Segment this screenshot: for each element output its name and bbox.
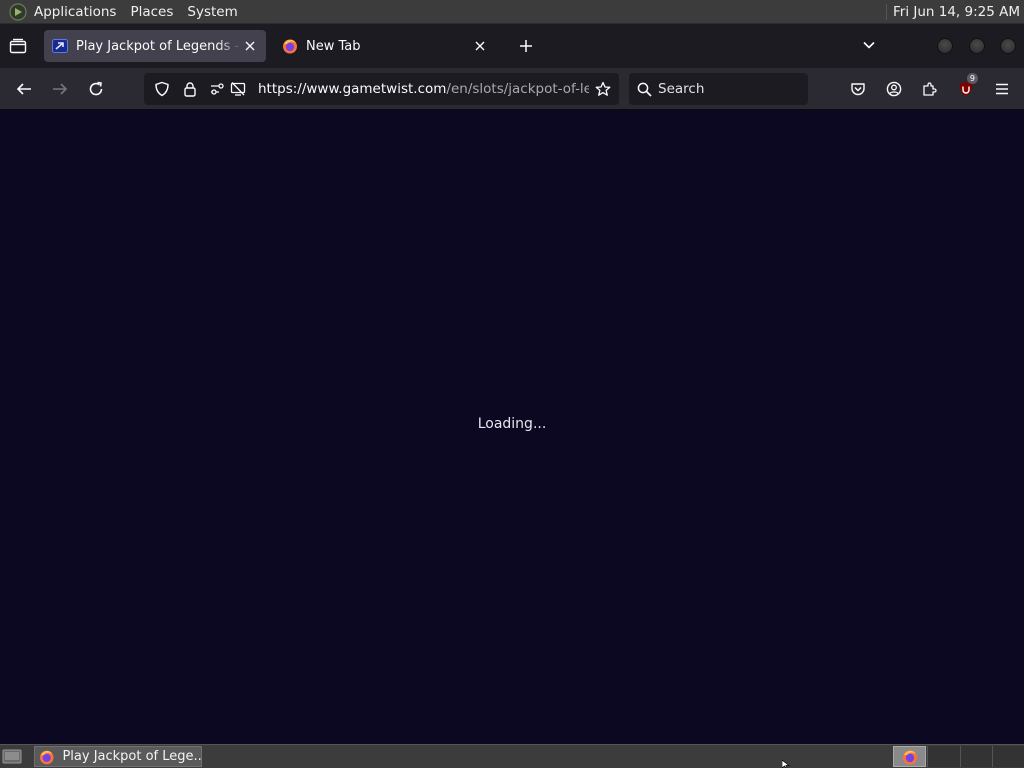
workspace-4[interactable] — [992, 746, 1024, 767]
places-menu[interactable]: Places — [130, 4, 173, 20]
tab-title: New Tab — [306, 38, 361, 54]
forward-arrow-icon — [53, 83, 68, 95]
firefox-icon — [902, 750, 917, 764]
workspace-2[interactable] — [927, 746, 960, 767]
blocked-count-badge: 9 — [966, 73, 978, 84]
lock-icon — [184, 82, 196, 97]
back-arrow-icon — [16, 83, 31, 95]
maximize-window-button[interactable] — [969, 38, 985, 54]
firefox-view-icon — [9, 38, 27, 54]
search-bar[interactable]: Search — [629, 73, 808, 105]
reload-button[interactable] — [80, 73, 112, 105]
search-icon — [637, 82, 652, 97]
list-all-tabs-button[interactable] — [862, 38, 876, 52]
account-button[interactable] — [878, 73, 910, 105]
firefox-icon — [39, 750, 54, 764]
system-menu[interactable]: System — [187, 4, 237, 20]
panel-separator — [885, 3, 887, 20]
star-icon — [595, 81, 611, 96]
pocket-button[interactable] — [842, 73, 874, 105]
loading-text: Loading... — [477, 416, 547, 432]
close-tab-button[interactable] — [242, 38, 258, 54]
tracking-protection-button[interactable] — [150, 77, 174, 101]
page-content: Loading... — [0, 110, 1024, 744]
pocket-icon — [851, 83, 865, 96]
gametwist-icon — [52, 39, 68, 53]
minimize-window-button[interactable] — [937, 38, 953, 54]
firefox-icon — [283, 39, 297, 54]
navigation-toolbar: https://www.gametwist.com/en/slots/jackp… — [0, 68, 1024, 110]
tab-strip: Play Jackpot of Legends - Brave New Tab — [0, 24, 1024, 68]
url-bar[interactable]: https://www.gametwist.com/en/slots/jackp… — [144, 73, 619, 105]
plus-icon — [520, 40, 532, 52]
applications-menu[interactable]: Applications — [34, 4, 116, 20]
toolbar-actions: 9 — [838, 73, 1018, 105]
back-button[interactable] — [8, 73, 40, 105]
permissions-icon — [211, 83, 224, 95]
url-path: /en/slots/jackpot-of-legends/ — [446, 81, 589, 97]
extensions-button[interactable] — [914, 73, 946, 105]
shield-icon — [155, 81, 169, 97]
search-placeholder: Search — [658, 81, 705, 97]
reload-icon — [89, 81, 103, 96]
clock[interactable]: Fri Jun 14, 9:25 AM — [893, 4, 1020, 20]
mouse-cursor-icon — [782, 760, 790, 768]
close-tab-button[interactable] — [472, 38, 488, 54]
chevron-down-icon — [863, 41, 875, 49]
show-desktop-icon[interactable] — [2, 748, 22, 765]
tab-new-tab[interactable]: New Tab — [274, 30, 496, 62]
close-icon — [245, 41, 255, 51]
taskbar-window-button[interactable]: Play Jackpot of Lege... — [34, 746, 202, 767]
new-tab-button[interactable] — [510, 30, 542, 62]
screen-sharing-blocked-button[interactable] — [226, 77, 250, 101]
firefox-view-button[interactable] — [0, 24, 36, 68]
top-panel: Applications Places System Fri Jun 14, 9… — [0, 0, 1024, 24]
screen-blocked-icon — [230, 82, 246, 96]
close-icon — [475, 41, 485, 51]
bookmark-button[interactable] — [589, 75, 617, 103]
bottom-panel: Play Jackpot of Lege... — [0, 744, 1024, 768]
url-host: https://www.gametwist.com — [258, 81, 447, 97]
taskbar-window-label: Play Jackpot of Lege... — [62, 749, 201, 764]
hamburger-menu-icon — [996, 83, 1008, 95]
account-icon — [886, 81, 902, 97]
tab-jackpot-of-legends[interactable]: Play Jackpot of Legends - Brave — [44, 30, 266, 62]
url-text[interactable]: https://www.gametwist.com/en/slots/jackp… — [254, 81, 589, 97]
tab-title: Play Jackpot of Legends - Brave — [76, 38, 242, 54]
puzzle-icon — [923, 82, 937, 96]
distro-logo-icon[interactable] — [9, 2, 27, 21]
workspace-3[interactable] — [960, 746, 993, 767]
site-info-button[interactable] — [178, 77, 202, 101]
close-window-button[interactable] — [1000, 38, 1016, 54]
ublock-origin-button[interactable]: 9 — [950, 73, 982, 105]
app-menu-button[interactable] — [986, 73, 1018, 105]
forward-button[interactable] — [44, 73, 76, 105]
workspace-1[interactable] — [893, 746, 926, 767]
